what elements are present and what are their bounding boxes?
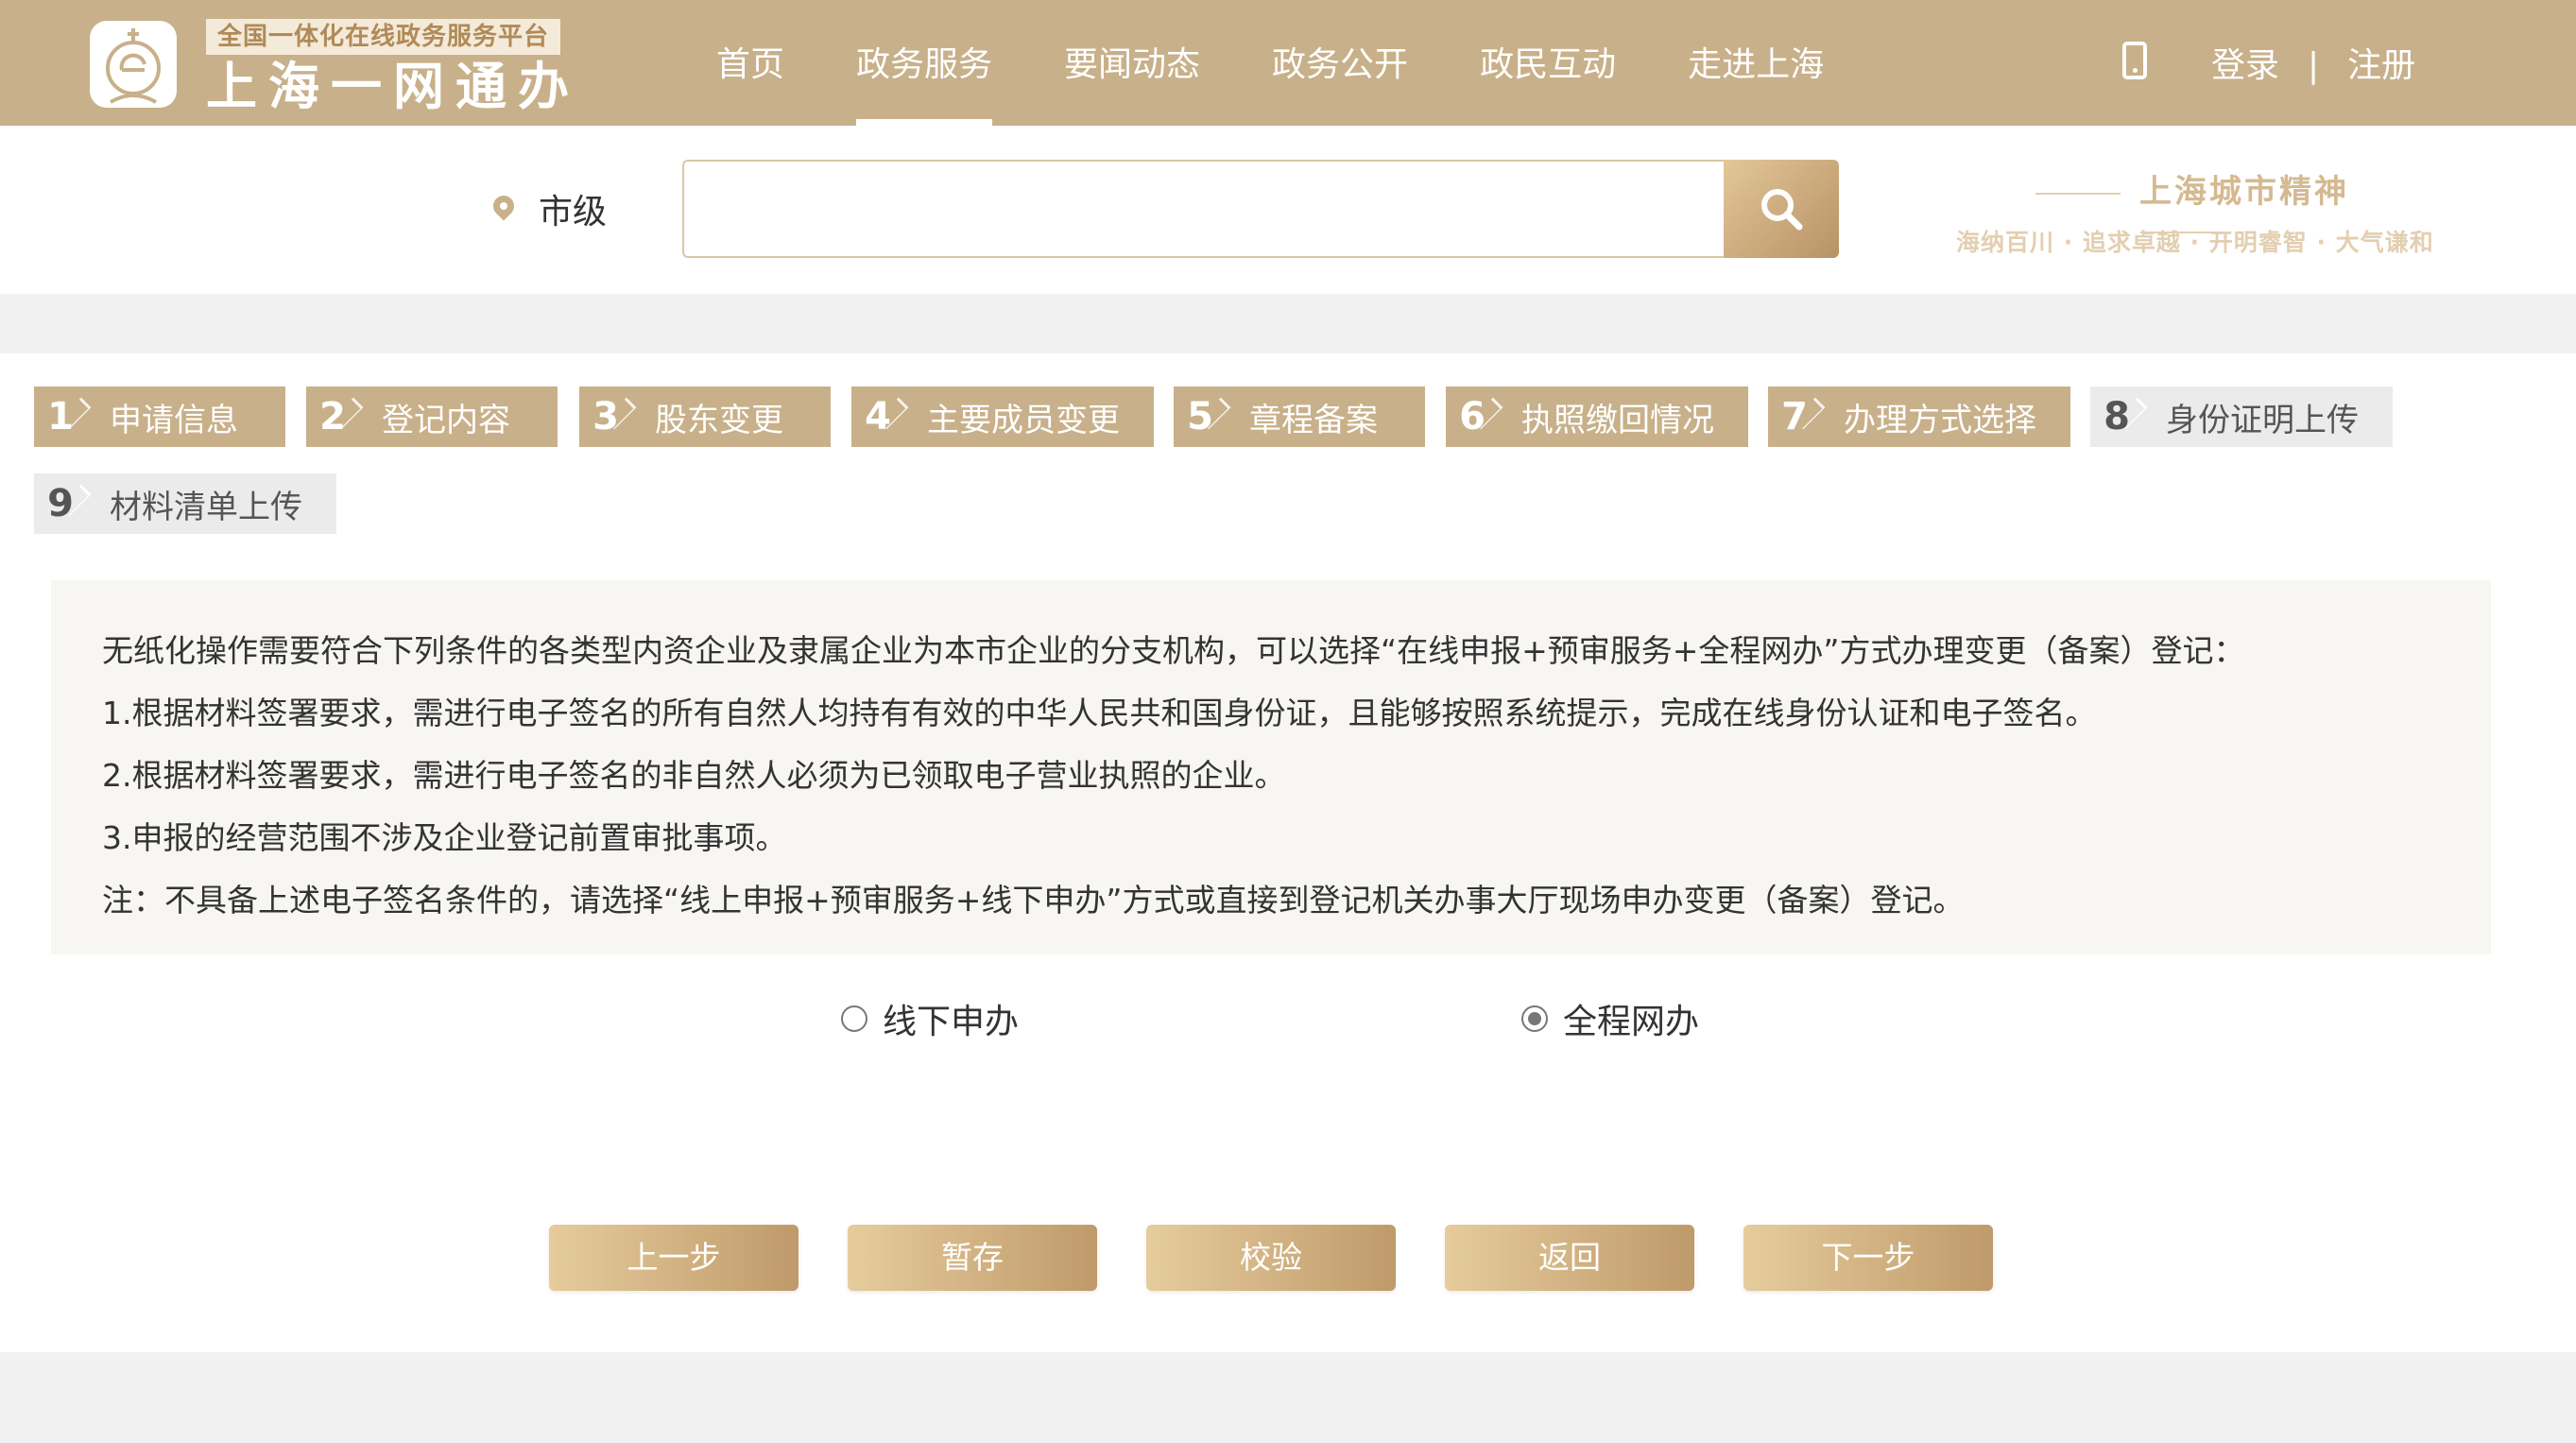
main-nav: 首页 政务服务 要闻动态 政务公开 政民互动 走进上海 xyxy=(680,0,1860,126)
notice-intro: 无纸化操作需要符合下列条件的各类型内资企业及隶属企业为本市企业的分支机构，可以选… xyxy=(102,632,2245,669)
search-icon xyxy=(1761,189,1803,231)
step-number: 4 xyxy=(851,387,904,447)
mobile-phone-icon[interactable] xyxy=(2122,42,2147,79)
back-button[interactable]: 返回 xyxy=(1445,1225,1694,1291)
step-7[interactable]: 7 办理方式选择 xyxy=(1768,387,2070,447)
step-label: 登记内容 xyxy=(382,401,510,439)
logo-title[interactable]: 上海一网通办 xyxy=(206,57,580,117)
auth-separator: | xyxy=(2308,46,2320,85)
radio-circle-checked-icon[interactable] xyxy=(1521,1005,1548,1032)
step-label: 办理方式选择 xyxy=(1844,401,2036,439)
radio-label: 全程网办 xyxy=(1563,1003,1700,1041)
step-number: 5 xyxy=(1174,387,1227,447)
step-1[interactable]: 1 申请信息 xyxy=(34,387,285,447)
step-number: 9 xyxy=(34,473,87,534)
step-label: 材料清单上传 xyxy=(110,488,302,526)
step-number: 7 xyxy=(1768,387,1821,447)
step-6[interactable]: 6 执照缴回情况 xyxy=(1446,387,1748,447)
step-2[interactable]: 2 登记内容 xyxy=(306,387,558,447)
nav-interaction[interactable]: 政民互动 xyxy=(1444,0,1652,126)
logo-subtitle: 全国一体化在线政务服务平台 xyxy=(206,19,561,55)
divider-line xyxy=(2035,192,2121,195)
verify-button[interactable]: 校验 xyxy=(1146,1225,1396,1291)
step-label: 身份证明上传 xyxy=(2166,401,2359,439)
city-spirit-text: 上海城市精神 xyxy=(2139,173,2349,211)
step-number: 6 xyxy=(1446,387,1499,447)
step-number: 8 xyxy=(2090,387,2143,447)
step-number: 1 xyxy=(34,387,87,447)
nav-news[interactable]: 要闻动态 xyxy=(1028,0,1236,126)
top-nav-bar: 全国一体化在线政务服务平台 上海一网通办 首页 政务服务 要闻动态 政务公开 政… xyxy=(0,0,2576,126)
radio-circle-icon[interactable] xyxy=(841,1005,867,1032)
nav-home[interactable]: 首页 xyxy=(680,0,820,126)
step-8[interactable]: 8 身份证明上传 xyxy=(2090,387,2393,447)
step-3[interactable]: 3 股东变更 xyxy=(579,387,831,447)
login-link[interactable]: 登录 xyxy=(2211,0,2279,126)
nav-about-shanghai[interactable]: 走进上海 xyxy=(1652,0,1860,126)
step-9[interactable]: 9 材料清单上传 xyxy=(34,473,336,534)
city-spirit-motto: 海纳百川 · 追求卓越 · 开明睿智 · 大气谦和 xyxy=(1956,229,2434,256)
step-number: 2 xyxy=(306,387,359,447)
radio-offline[interactable]: 线下申办 xyxy=(841,994,1019,1043)
logo-emblem-icon[interactable] xyxy=(90,21,177,108)
step-5[interactable]: 5 章程备案 xyxy=(1174,387,1425,447)
main-form-card: 1 申请信息 2 登记内容 3 股东变更 4 主要成员变更 5 章程备案 6 执… xyxy=(0,353,2576,1352)
search-band: 市级 上海城市精神 海纳百川 · 追求卓越 · 开明睿智 · 大气谦和 xyxy=(0,126,2576,294)
search-button[interactable] xyxy=(1724,160,1839,258)
save-draft-button[interactable]: 暂存 xyxy=(848,1225,1097,1291)
notice-item-2: 2.根据材料签署要求，需进行电子签名的非自然人必须为已领取电子营业执照的企业。 xyxy=(102,757,1286,794)
step-number: 3 xyxy=(579,387,632,447)
step-label: 执照缴回情况 xyxy=(1521,401,1714,439)
notice-item-1: 1.根据材料签署要求，需进行电子签名的所有自然人均持有有效的中华人民共和国身份证… xyxy=(102,695,2097,731)
step-label: 章程备案 xyxy=(1249,401,1378,439)
location-pin-icon xyxy=(489,191,519,221)
step-label: 股东变更 xyxy=(655,401,783,439)
nav-gov-services[interactable]: 政务服务 xyxy=(820,0,1028,126)
nav-gov-info[interactable]: 政务公开 xyxy=(1236,0,1444,126)
register-link[interactable]: 注册 xyxy=(2347,0,2415,126)
step-label: 申请信息 xyxy=(110,401,238,439)
location-selector[interactable]: 市级 xyxy=(539,184,607,233)
radio-label: 线下申办 xyxy=(883,1003,1020,1041)
prev-step-button[interactable]: 上一步 xyxy=(549,1225,799,1291)
step-label: 主要成员变更 xyxy=(927,401,1120,439)
radio-online[interactable]: 全程网办 xyxy=(1521,994,1699,1043)
eligibility-notice: 无纸化操作需要符合下列条件的各类型内资企业及隶属企业为本市企业的分支机构，可以选… xyxy=(51,580,2491,954)
search-input[interactable] xyxy=(682,160,1726,258)
notice-item-3: 3.申报的经营范围不涉及企业登记前置审批事项。 xyxy=(102,819,787,856)
step-4[interactable]: 4 主要成员变更 xyxy=(851,387,1154,447)
auth-links: 登录 | 注册 xyxy=(2211,0,2415,126)
next-step-button[interactable]: 下一步 xyxy=(1743,1225,1993,1291)
notice-footnote: 注：不具备上述电子签名条件的，请选择“线上申报+预审服务+线下申办”方式或直接到… xyxy=(102,882,1965,919)
